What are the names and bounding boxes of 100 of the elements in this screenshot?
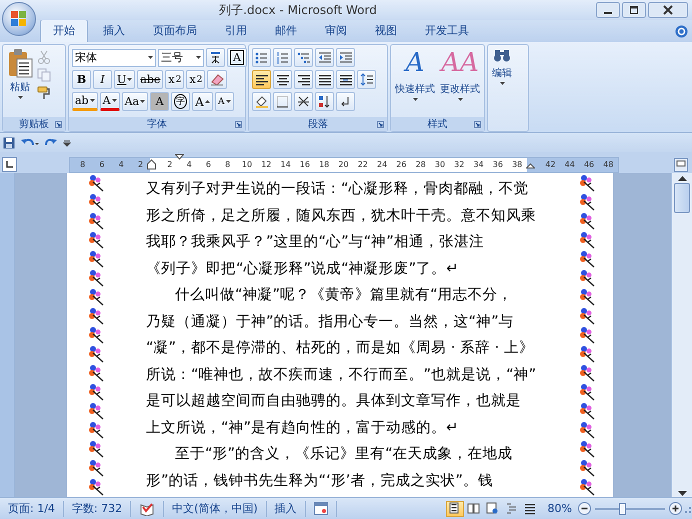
ruler-number: 44 [564, 160, 576, 169]
format-button[interactable]: A [150, 92, 170, 111]
phonetic-guide-button[interactable] [206, 48, 225, 67]
insert-mode[interactable]: 插入 [266, 500, 306, 516]
zoom-in-icon[interactable] [669, 502, 682, 515]
line-spacing-button[interactable] [357, 70, 376, 89]
caret-icon [140, 100, 146, 103]
maximize-icon[interactable] [622, 2, 646, 18]
ribbon-tab[interactable]: 审阅 [312, 19, 360, 42]
page-indicator[interactable]: 页面: 1/4 [0, 500, 64, 516]
macro-record-icon[interactable] [314, 502, 328, 515]
ruler-number: 8 [79, 160, 86, 169]
group-label: 样式 [426, 118, 448, 131]
ribbon-tab[interactable]: 开始 [40, 19, 88, 42]
ribbon-tab[interactable]: 开发工具 [412, 19, 482, 42]
tab-stop-icon [6, 161, 13, 168]
group-label: 字体 [146, 118, 168, 131]
format-button[interactable]: 字 [171, 92, 190, 111]
paste-button[interactable]: 粘贴 [6, 48, 34, 114]
align-icon [276, 73, 289, 86]
ruler-number: 12 [260, 160, 272, 169]
scroll-up-icon[interactable] [678, 175, 686, 181]
ruler-number: 18 [318, 160, 330, 169]
minimize-icon[interactable] [596, 2, 620, 18]
align-button[interactable] [336, 70, 355, 89]
eraser-icon [210, 73, 224, 86]
zoom-out-icon[interactable] [578, 502, 591, 515]
shading-button[interactable] [252, 92, 271, 111]
horizontal-ruler[interactable]: 8 6 4 2 2 4 6 8 10 12 14 16 18 20 22 24 26 28 30 32 34 36 38 42 44 46 48 [69, 156, 619, 172]
ribbon-tab[interactable]: 引用 [212, 19, 260, 42]
format-button[interactable]: U [114, 70, 136, 89]
window-title: 列子.docx - Microsoft Word [218, 2, 378, 18]
text-line: 又有列子对尹生说的一段话：“心凝形释，骨肉都融，不觉 [146, 179, 530, 199]
format-button[interactable]: ab [72, 92, 98, 111]
dialog-launcher-icon[interactable] [235, 120, 242, 128]
paintbrush-icon[interactable] [37, 86, 51, 100]
align-icon [255, 73, 268, 86]
save-icon[interactable] [3, 136, 15, 148]
align-button[interactable] [273, 70, 292, 89]
sort-button[interactable] [315, 92, 334, 111]
bullet-list-button[interactable] [252, 48, 271, 67]
ruler-number: 16 [298, 160, 311, 169]
tab-stop-button[interactable] [2, 157, 17, 172]
text-line: 所说：“唯神也，故不疾而速，不行而至。”也就是说，“神” [146, 364, 536, 384]
text-line: 形”的话，钱钟书先生释为“‘形’者，完成之实状”。钱 [146, 470, 494, 490]
clear-formatting-button[interactable] [207, 70, 228, 89]
style-button[interactable]: A 快速样式 [394, 48, 436, 114]
ribbon-tab[interactable]: 邮件 [262, 19, 310, 42]
format-button[interactable]: I [93, 70, 112, 89]
increase-indent-button[interactable] [336, 48, 355, 67]
ruler-number: 4 [186, 160, 193, 169]
dialog-launcher-icon[interactable] [55, 120, 62, 128]
align-button[interactable] [294, 70, 313, 89]
caret-icon [90, 99, 95, 102]
align-button[interactable] [252, 70, 271, 89]
scroll-thumb[interactable] [674, 183, 690, 213]
decrease-indent-button[interactable] [315, 48, 334, 67]
customize-icon[interactable] [63, 138, 71, 146]
ribbon-tab[interactable]: 视图 [362, 19, 410, 42]
proofing-icon[interactable] [139, 502, 156, 516]
format-button[interactable]: A [100, 92, 120, 111]
dialog-launcher-icon[interactable] [377, 120, 384, 128]
view-icon [505, 502, 518, 515]
caret-icon [204, 100, 210, 103]
view-icon [486, 502, 500, 515]
slider-thumb[interactable] [618, 502, 626, 514]
ruler-number: 2 [166, 160, 174, 169]
font-size-dropdown[interactable]: 三号 [158, 48, 204, 66]
view-ruler-icon[interactable] [674, 158, 688, 172]
ruler-number: 26 [395, 160, 408, 169]
ribbon-tab[interactable]: 页面布局 [140, 19, 210, 42]
numbered-list-button[interactable] [273, 48, 292, 67]
close-icon[interactable] [648, 2, 688, 18]
show-marks-button[interactable] [336, 92, 355, 111]
style-button[interactable]: AA 更改样式 [439, 48, 481, 114]
language-indicator[interactable]: 中文(简体，中国) [164, 500, 267, 516]
dialog-launcher-icon[interactable] [474, 120, 481, 128]
format-button[interactable]: B [72, 70, 91, 89]
format-button[interactable]: Aa [122, 92, 148, 111]
character-border-button[interactable]: A [227, 48, 247, 67]
align-button[interactable] [315, 70, 334, 89]
ruler-number: 46 [582, 160, 596, 169]
sort-icon [318, 95, 331, 108]
vertical-scrollbar[interactable] [671, 173, 692, 497]
chinese-layout-button[interactable] [294, 92, 313, 111]
font-name-dropdown[interactable]: 宋体 [72, 48, 156, 66]
ribbon-tab[interactable]: 插入 [90, 19, 138, 42]
format-button[interactable]: A [214, 92, 234, 111]
zoom-level[interactable]: 80% [548, 502, 572, 515]
word-count[interactable]: 字数: 732 [64, 500, 132, 516]
format-button[interactable]: abe [137, 70, 164, 89]
borders-button[interactable] [273, 92, 292, 111]
help-icon[interactable] [675, 25, 688, 38]
ruler-number: 38 [511, 160, 524, 169]
editing-button[interactable]: 编辑 [491, 48, 513, 128]
view-button[interactable] [446, 500, 464, 516]
format-button[interactable]: A [192, 92, 213, 111]
ruler-number: 20 [337, 160, 350, 169]
multilevel-list-button[interactable] [294, 48, 313, 67]
ruler-number: 8 [224, 160, 232, 169]
